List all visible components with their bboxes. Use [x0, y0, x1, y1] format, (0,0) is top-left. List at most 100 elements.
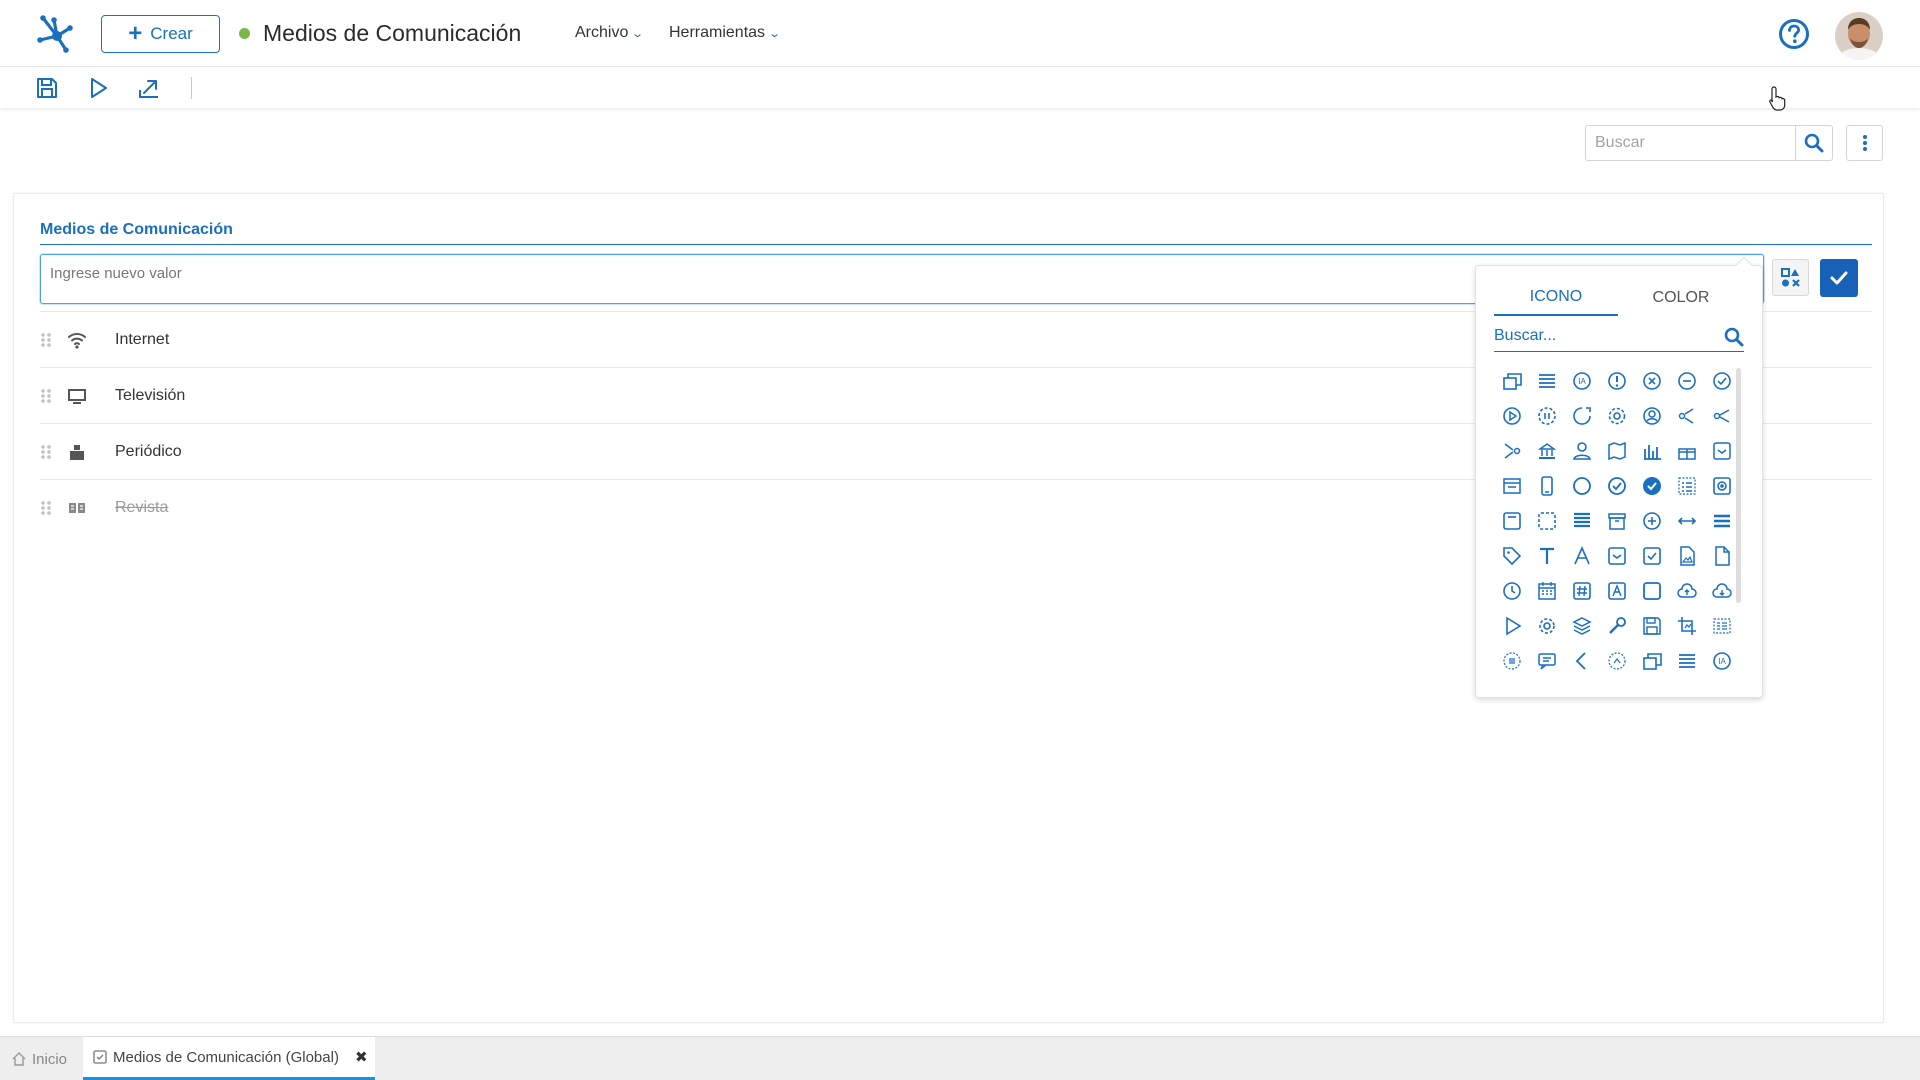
tab-inicio-label: Inicio [32, 1050, 68, 1068]
gear-icon[interactable] [1669, 398, 1704, 433]
gift-icon[interactable] [1529, 468, 1564, 503]
menu-archivo[interactable]: Archivo ⌄ [575, 24, 644, 42]
stack-alt-icon[interactable] [1599, 363, 1634, 398]
radio-box-icon[interactable] [1564, 503, 1599, 538]
bar-chart-icon[interactable] [1494, 468, 1529, 503]
drag-handle-icon[interactable] [40, 444, 52, 460]
layers-icon[interactable] [1669, 608, 1704, 643]
minus-circle-icon[interactable] [1704, 363, 1739, 398]
drag-handle-icon[interactable] [40, 500, 52, 516]
comment-icon[interactable] [1634, 643, 1669, 678]
export-icon[interactable] [137, 76, 161, 100]
tab-inicio[interactable]: Inicio [12, 1037, 67, 1080]
list-icon[interactable] [1529, 363, 1564, 398]
user-avatar[interactable] [1835, 12, 1883, 60]
checkbox-icon[interactable] [1494, 573, 1529, 608]
rows-icon[interactable] [1669, 503, 1704, 538]
file-icon[interactable] [1564, 573, 1599, 608]
text-icon[interactable] [1634, 538, 1669, 573]
person-icon[interactable] [1669, 433, 1704, 468]
drag-handle-icon[interactable] [40, 332, 52, 348]
search-button[interactable] [1795, 126, 1832, 160]
refresh-circle-icon-glyph [1642, 406, 1661, 425]
circle-faded-icon[interactable]: IA [1704, 643, 1739, 678]
calendar-icon[interactable] [1634, 573, 1669, 608]
tab-color[interactable]: COLOR [1619, 280, 1743, 316]
square-icon[interactable] [1494, 608, 1529, 643]
list-box-icon[interactable] [1529, 503, 1564, 538]
clock-icon[interactable] [1599, 573, 1634, 608]
merge-alt-icon[interactable] [1599, 433, 1634, 468]
play-circle-icon[interactable] [1529, 398, 1564, 433]
mobile-icon[interactable] [1634, 468, 1669, 503]
cloud-download-icon[interactable] [1564, 608, 1599, 643]
app-logo-icon[interactable] [36, 12, 78, 54]
create-button[interactable]: + Crear [101, 15, 220, 53]
tab-medios-global[interactable]: Medios de Comunicación (Global) ✖ [83, 1037, 375, 1080]
cloud-upload-icon[interactable] [1529, 608, 1564, 643]
bank-icon[interactable] [1634, 433, 1669, 468]
save-icon[interactable] [35, 76, 59, 100]
branch-mid-icon[interactable] [1529, 433, 1564, 468]
font-icon[interactable] [1669, 538, 1704, 573]
confirm-button[interactable] [1820, 259, 1858, 297]
crop-icon[interactable] [1529, 643, 1564, 678]
wrench-icon[interactable] [1704, 608, 1739, 643]
circle-lines-icon[interactable] [1599, 643, 1634, 678]
dropdown-icon[interactable] [1564, 468, 1599, 503]
refresh-circle-icon[interactable] [1634, 398, 1669, 433]
icon-picker-button[interactable] [1772, 259, 1809, 296]
hash-icon[interactable] [1669, 573, 1704, 608]
drag-handle-icon[interactable] [40, 388, 52, 404]
tag-icon[interactable] [1599, 538, 1634, 573]
branch-left-icon[interactable] [1494, 433, 1529, 468]
play-dashed-icon[interactable] [1564, 398, 1599, 433]
x-circle-icon[interactable] [1669, 363, 1704, 398]
play-icon[interactable] [86, 76, 110, 100]
select-dashed-icon[interactable] [1634, 503, 1669, 538]
search-input[interactable] [1586, 126, 1796, 160]
kebab-menu-icon [1862, 135, 1867, 151]
branch-left-icon-glyph [1504, 442, 1520, 459]
browser-icon[interactable] [1599, 468, 1634, 503]
list-item-label: Internet [115, 331, 170, 348]
question-circle-icon[interactable] [1778, 18, 1810, 50]
map-icon[interactable] [1704, 433, 1739, 468]
close-icon[interactable]: ✖ [355, 1048, 368, 1066]
grid-list-icon[interactable] [1564, 643, 1599, 678]
merge-icon[interactable] [1564, 433, 1599, 468]
menu-herramientas[interactable]: Herramientas ⌄ [669, 24, 781, 42]
cog-icon[interactable] [1634, 608, 1669, 643]
toolbar-divider [191, 77, 192, 99]
stack-icon[interactable] [1494, 363, 1529, 398]
font-box-icon[interactable] [1704, 573, 1739, 608]
archive-icon[interactable] [1704, 503, 1739, 538]
user-circle-icon[interactable] [1704, 398, 1739, 433]
check-filled-icon[interactable] [1494, 503, 1529, 538]
plus-circle-icon[interactable] [1494, 538, 1529, 573]
triangle-play-icon[interactable] [1599, 608, 1634, 643]
circle-icon[interactable] [1669, 468, 1704, 503]
floppy-icon-glyph [1502, 651, 1521, 670]
tab-icono[interactable]: ICONO [1494, 280, 1618, 316]
search-icon[interactable] [1724, 327, 1744, 347]
icon-search-input[interactable] [1494, 322, 1714, 350]
icon-grid: IA IA [1494, 363, 1740, 678]
more-options-button[interactable] [1846, 125, 1883, 161]
pause-dashed-icon[interactable] [1599, 398, 1634, 433]
icon-grid-scrollbar[interactable] [1736, 368, 1741, 603]
form-icon[interactable] [1599, 503, 1634, 538]
menu-herramientas-label: Herramientas [669, 24, 766, 41]
check-circle-alt-icon[interactable] [1704, 468, 1739, 503]
chevron-left-icon[interactable] [1669, 643, 1704, 678]
ia-icon[interactable]: IA [1564, 363, 1599, 398]
align-icon-glyph [1573, 545, 1590, 564]
align-icon[interactable] [1564, 538, 1599, 573]
floppy-icon[interactable] [1494, 643, 1529, 678]
check-circle-icon[interactable] [1494, 398, 1529, 433]
icon-shapes-icon [1780, 267, 1800, 287]
alert-circle-icon[interactable] [1634, 363, 1669, 398]
checkbox-dropdown-icon[interactable] [1704, 538, 1739, 573]
image-file-icon[interactable] [1529, 573, 1564, 608]
arrows-h-icon[interactable] [1529, 538, 1564, 573]
